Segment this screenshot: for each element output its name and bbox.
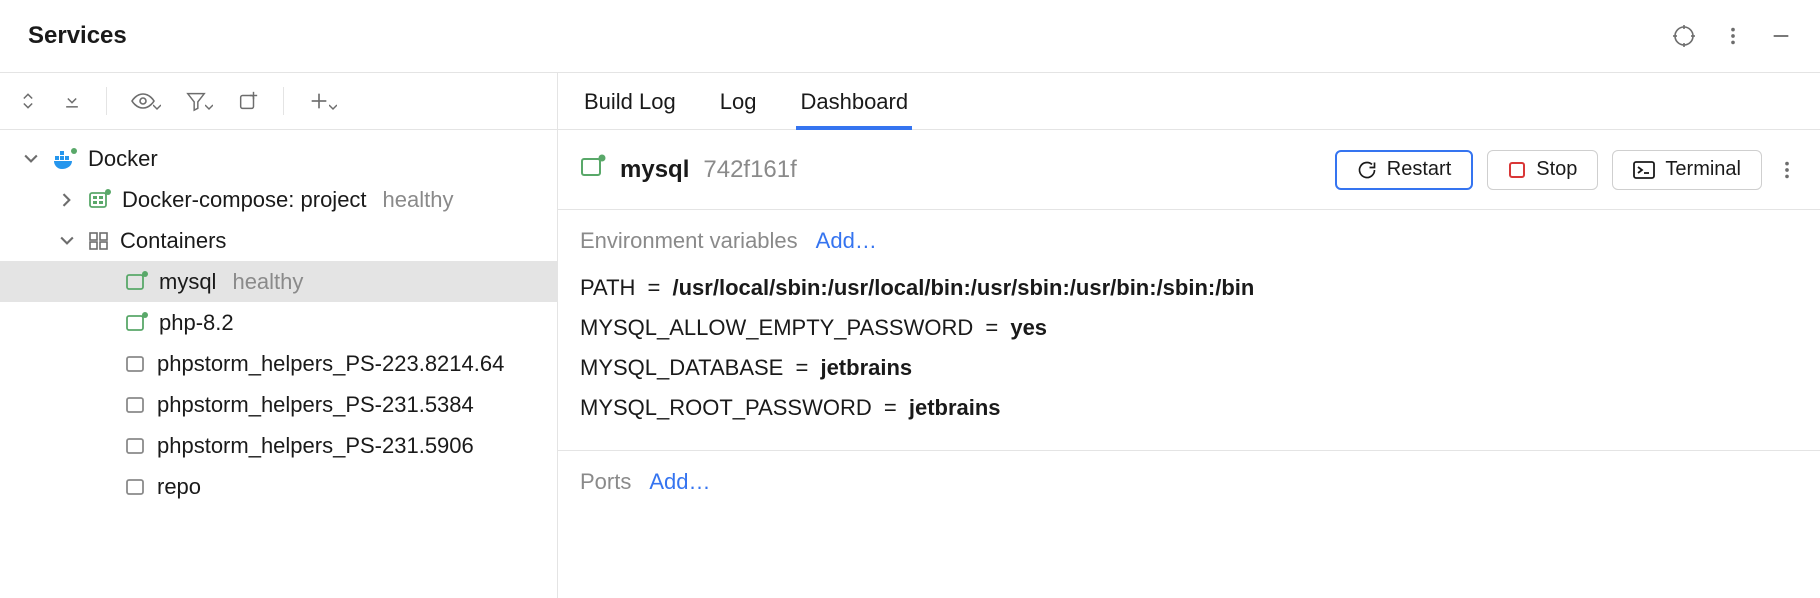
button-label: Terminal bbox=[1665, 158, 1741, 181]
env-value: yes bbox=[1010, 315, 1047, 340]
env-section-header: Environment variables Add… bbox=[558, 210, 1820, 264]
tree-label: Docker bbox=[88, 146, 158, 172]
button-label: Restart bbox=[1387, 158, 1451, 181]
env-key: MYSQL_ALLOW_EMPTY_PASSWORD bbox=[580, 315, 973, 340]
env-value: jetbrains bbox=[820, 355, 912, 380]
panel-title: Services bbox=[28, 22, 127, 50]
container-header: mysql 742f161f Restart Stop bbox=[558, 130, 1820, 210]
toolbar-divider-2 bbox=[283, 87, 284, 115]
tree-node-compose[interactable]: Docker-compose: project healthy bbox=[0, 179, 557, 220]
target-icon[interactable] bbox=[1672, 24, 1696, 48]
title-bar: Services bbox=[0, 0, 1820, 73]
terminal-button[interactable]: Terminal bbox=[1612, 150, 1762, 190]
tree-node-container[interactable]: repo bbox=[0, 466, 557, 507]
container-running-icon bbox=[580, 154, 606, 185]
tree-label: phpstorm_helpers_PS-223.8214.64 bbox=[157, 351, 504, 377]
tree-node-containers[interactable]: Containers bbox=[0, 220, 557, 261]
env-value: /usr/local/sbin:/usr/local/bin:/usr/sbin… bbox=[673, 275, 1255, 300]
open-new-tab-icon[interactable] bbox=[237, 90, 259, 112]
containers-group-icon bbox=[88, 231, 110, 251]
container-stopped-icon bbox=[125, 354, 147, 374]
more-actions-icon[interactable] bbox=[1776, 159, 1798, 181]
env-row: MYSQL_DATABASE = jetbrains bbox=[580, 348, 1798, 388]
view-mode-icon[interactable] bbox=[131, 89, 161, 113]
tree-label: Containers bbox=[120, 228, 226, 254]
container-actions: Restart Stop Terminal bbox=[1335, 150, 1798, 190]
tree-label: php-8.2 bbox=[159, 310, 234, 336]
tree-node-container-mysql[interactable]: mysql healthy bbox=[0, 261, 557, 302]
main-split: Docker Docker-compose: project healthy bbox=[0, 73, 1820, 598]
restart-button[interactable]: Restart bbox=[1335, 150, 1473, 190]
services-tree: Docker Docker-compose: project healthy bbox=[0, 130, 557, 507]
tree-node-docker[interactable]: Docker bbox=[0, 138, 557, 179]
env-key: PATH bbox=[580, 275, 635, 300]
expand-tree-icon[interactable] bbox=[18, 91, 38, 111]
tab-log[interactable]: Log bbox=[716, 75, 761, 129]
tab-build-log[interactable]: Build Log bbox=[580, 75, 680, 129]
tree-node-container-php[interactable]: php-8.2 bbox=[0, 302, 557, 343]
env-row: PATH = /usr/local/sbin:/usr/local/bin:/u… bbox=[580, 268, 1798, 308]
right-pane: Build Log Log Dashboard mysql 742f161f R… bbox=[558, 73, 1820, 598]
tab-dashboard[interactable]: Dashboard bbox=[796, 75, 912, 129]
container-running-icon bbox=[125, 312, 149, 334]
toolbar-divider bbox=[106, 87, 107, 115]
terminal-icon bbox=[1633, 161, 1655, 179]
chevron-down-icon[interactable] bbox=[60, 234, 78, 248]
tree-status: healthy bbox=[383, 187, 454, 213]
restart-icon bbox=[1357, 160, 1377, 180]
container-stopped-icon bbox=[125, 395, 147, 415]
stop-button[interactable]: Stop bbox=[1487, 150, 1598, 190]
ports-heading: Ports bbox=[580, 469, 631, 495]
tree-status: healthy bbox=[232, 269, 303, 295]
env-row: MYSQL_ALLOW_EMPTY_PASSWORD = yes bbox=[580, 308, 1798, 348]
filter-icon[interactable] bbox=[185, 90, 213, 112]
title-actions bbox=[1672, 24, 1792, 48]
tree-node-container[interactable]: phpstorm_helpers_PS-223.8214.64 bbox=[0, 343, 557, 384]
env-key: MYSQL_DATABASE bbox=[580, 355, 783, 380]
container-stopped-icon bbox=[125, 477, 147, 497]
chevron-down-icon[interactable] bbox=[24, 152, 42, 166]
docker-icon bbox=[52, 148, 78, 170]
container-running-icon bbox=[125, 271, 149, 293]
tree-node-container[interactable]: phpstorm_helpers_PS-231.5906 bbox=[0, 425, 557, 466]
ports-add-link[interactable]: Add… bbox=[649, 469, 710, 495]
button-label: Stop bbox=[1536, 158, 1577, 181]
chevron-right-icon[interactable] bbox=[60, 193, 78, 207]
detail-tabs: Build Log Log Dashboard bbox=[558, 73, 1820, 130]
container-title: mysql 742f161f bbox=[580, 154, 797, 185]
ports-section: Ports Add… bbox=[558, 450, 1820, 505]
tree-label: Docker-compose: project bbox=[122, 187, 367, 213]
minimize-icon[interactable] bbox=[1770, 25, 1792, 47]
container-name: mysql bbox=[620, 156, 689, 184]
env-add-link[interactable]: Add… bbox=[816, 228, 877, 254]
tree-node-container[interactable]: phpstorm_helpers_PS-231.5384 bbox=[0, 384, 557, 425]
env-key: MYSQL_ROOT_PASSWORD bbox=[580, 395, 872, 420]
collapse-tree-icon[interactable] bbox=[62, 91, 82, 111]
stop-icon bbox=[1508, 161, 1526, 179]
ports-section-header: Ports Add… bbox=[558, 451, 1820, 505]
env-heading: Environment variables bbox=[580, 228, 798, 254]
add-service-icon[interactable] bbox=[308, 90, 337, 112]
tree-label: phpstorm_helpers_PS-231.5384 bbox=[157, 392, 474, 418]
left-pane: Docker Docker-compose: project healthy bbox=[0, 73, 558, 598]
tree-label: mysql bbox=[159, 269, 216, 295]
compose-icon bbox=[88, 189, 112, 211]
env-value: jetbrains bbox=[909, 395, 1001, 420]
container-hash: 742f161f bbox=[703, 156, 796, 184]
services-toolbar bbox=[0, 73, 557, 130]
more-icon[interactable] bbox=[1722, 25, 1744, 47]
env-list: PATH = /usr/local/sbin:/usr/local/bin:/u… bbox=[558, 264, 1820, 442]
tree-label: repo bbox=[157, 474, 201, 500]
tree-label: phpstorm_helpers_PS-231.5906 bbox=[157, 433, 474, 459]
container-stopped-icon bbox=[125, 436, 147, 456]
env-row: MYSQL_ROOT_PASSWORD = jetbrains bbox=[580, 388, 1798, 428]
